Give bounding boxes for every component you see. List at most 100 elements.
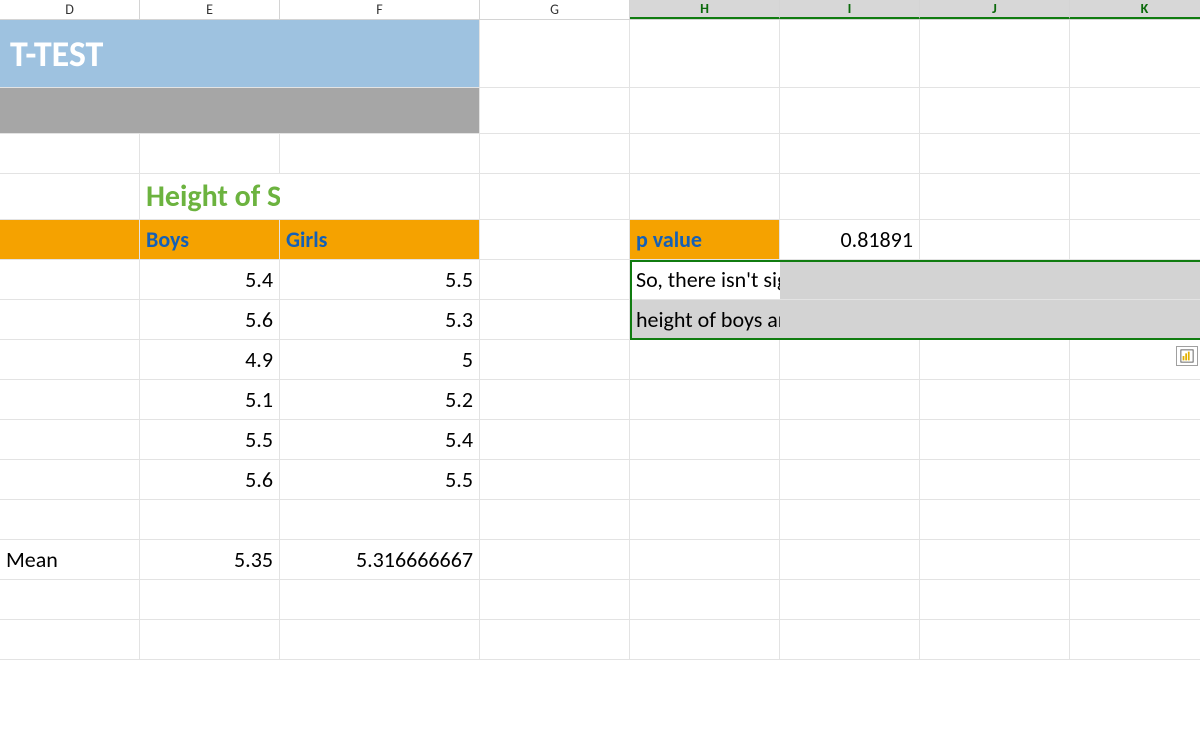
cell[interactable]	[0, 340, 140, 380]
cell[interactable]	[280, 580, 480, 620]
cell[interactable]	[1070, 300, 1200, 340]
cell[interactable]	[1070, 620, 1200, 660]
cell[interactable]	[630, 134, 780, 174]
cell[interactable]	[630, 20, 780, 88]
cell[interactable]	[0, 260, 140, 300]
cell[interactable]	[280, 134, 480, 174]
cell[interactable]	[480, 380, 630, 420]
col-header-G[interactable]: G	[480, 0, 630, 19]
col-header-D[interactable]: D	[0, 0, 140, 19]
section-title-cell[interactable]: Height of Students (In)	[140, 174, 280, 220]
quick-analysis-icon[interactable]	[1176, 346, 1198, 366]
cell[interactable]	[480, 20, 630, 88]
cell[interactable]	[1070, 220, 1200, 260]
cell[interactable]	[780, 580, 920, 620]
cell[interactable]	[780, 380, 920, 420]
title-cell[interactable]: T-TEST	[0, 20, 140, 88]
cell[interactable]	[480, 220, 630, 260]
cell[interactable]	[1070, 500, 1200, 540]
cell[interactable]	[1070, 580, 1200, 620]
mean-label-cell[interactable]: Mean	[0, 540, 140, 580]
subheader-girls[interactable]: Girls	[280, 220, 480, 260]
cell[interactable]	[780, 540, 920, 580]
col-header-H[interactable]: H	[630, 0, 780, 19]
cell[interactable]	[0, 580, 140, 620]
col-header-E[interactable]: E	[140, 0, 280, 19]
cell[interactable]	[280, 88, 480, 134]
cell[interactable]	[780, 620, 920, 660]
cell[interactable]	[0, 174, 140, 220]
cell[interactable]	[920, 300, 1070, 340]
cell[interactable]	[140, 134, 280, 174]
cell[interactable]	[780, 20, 920, 88]
cell[interactable]	[0, 420, 140, 460]
cell[interactable]	[480, 260, 630, 300]
cell[interactable]	[480, 620, 630, 660]
cell[interactable]	[920, 340, 1070, 380]
cell[interactable]	[630, 380, 780, 420]
cell[interactable]	[480, 540, 630, 580]
cell[interactable]	[280, 20, 480, 88]
cell[interactable]	[0, 620, 140, 660]
cell[interactable]	[140, 500, 280, 540]
cell[interactable]	[1070, 134, 1200, 174]
cell[interactable]	[1070, 420, 1200, 460]
pvalue-label-cell[interactable]: p value	[630, 220, 780, 260]
cell[interactable]	[280, 500, 480, 540]
cell[interactable]	[0, 380, 140, 420]
cell[interactable]	[920, 420, 1070, 460]
cell[interactable]	[0, 134, 140, 174]
girls-val-5[interactable]: 5.4	[280, 420, 480, 460]
cell[interactable]	[780, 460, 920, 500]
cell[interactable]	[0, 460, 140, 500]
cell[interactable]	[780, 300, 920, 340]
boys-val-3[interactable]: 4.9	[140, 340, 280, 380]
cell[interactable]	[920, 20, 1070, 88]
cell[interactable]	[140, 580, 280, 620]
mean-girls-cell[interactable]: 5.316666667	[280, 540, 480, 580]
boys-val-5[interactable]: 5.5	[140, 420, 280, 460]
cell[interactable]	[140, 20, 280, 88]
cell[interactable]	[780, 420, 920, 460]
cell[interactable]	[480, 420, 630, 460]
cell[interactable]	[920, 380, 1070, 420]
cell[interactable]	[480, 174, 630, 220]
cell[interactable]	[0, 88, 140, 134]
girls-val-1[interactable]: 5.5	[280, 260, 480, 300]
cell[interactable]	[920, 220, 1070, 260]
col-header-K[interactable]: K	[1070, 0, 1200, 19]
cell[interactable]	[480, 88, 630, 134]
cell[interactable]	[1070, 380, 1200, 420]
cell[interactable]	[780, 134, 920, 174]
col-header-I[interactable]: I	[780, 0, 920, 19]
girls-val-2[interactable]: 5.3	[280, 300, 480, 340]
cell[interactable]	[480, 300, 630, 340]
cell[interactable]	[920, 134, 1070, 174]
cell[interactable]	[480, 340, 630, 380]
cell[interactable]	[920, 620, 1070, 660]
cell[interactable]	[630, 540, 780, 580]
cell[interactable]	[480, 134, 630, 174]
cell[interactable]	[920, 174, 1070, 220]
cell[interactable]	[780, 174, 920, 220]
girls-val-3[interactable]: 5	[280, 340, 480, 380]
cell[interactable]	[1070, 174, 1200, 220]
cell[interactable]	[630, 500, 780, 540]
pvalue-value-cell[interactable]: 0.81891	[780, 220, 920, 260]
boys-val-4[interactable]: 5.1	[140, 380, 280, 420]
col-header-J[interactable]: J	[920, 0, 1070, 19]
cell[interactable]	[780, 340, 920, 380]
cell[interactable]	[1070, 20, 1200, 88]
boys-val-6[interactable]: 5.6	[140, 460, 280, 500]
mean-boys-cell[interactable]: 5.35	[140, 540, 280, 580]
cell[interactable]	[1070, 88, 1200, 134]
cell[interactable]	[280, 174, 480, 220]
cell[interactable]	[1070, 260, 1200, 300]
cell[interactable]	[0, 500, 140, 540]
cell[interactable]	[920, 500, 1070, 540]
cell[interactable]	[630, 460, 780, 500]
cell[interactable]	[630, 340, 780, 380]
cell[interactable]	[920, 88, 1070, 134]
cell[interactable]	[630, 88, 780, 134]
cell[interactable]	[630, 620, 780, 660]
